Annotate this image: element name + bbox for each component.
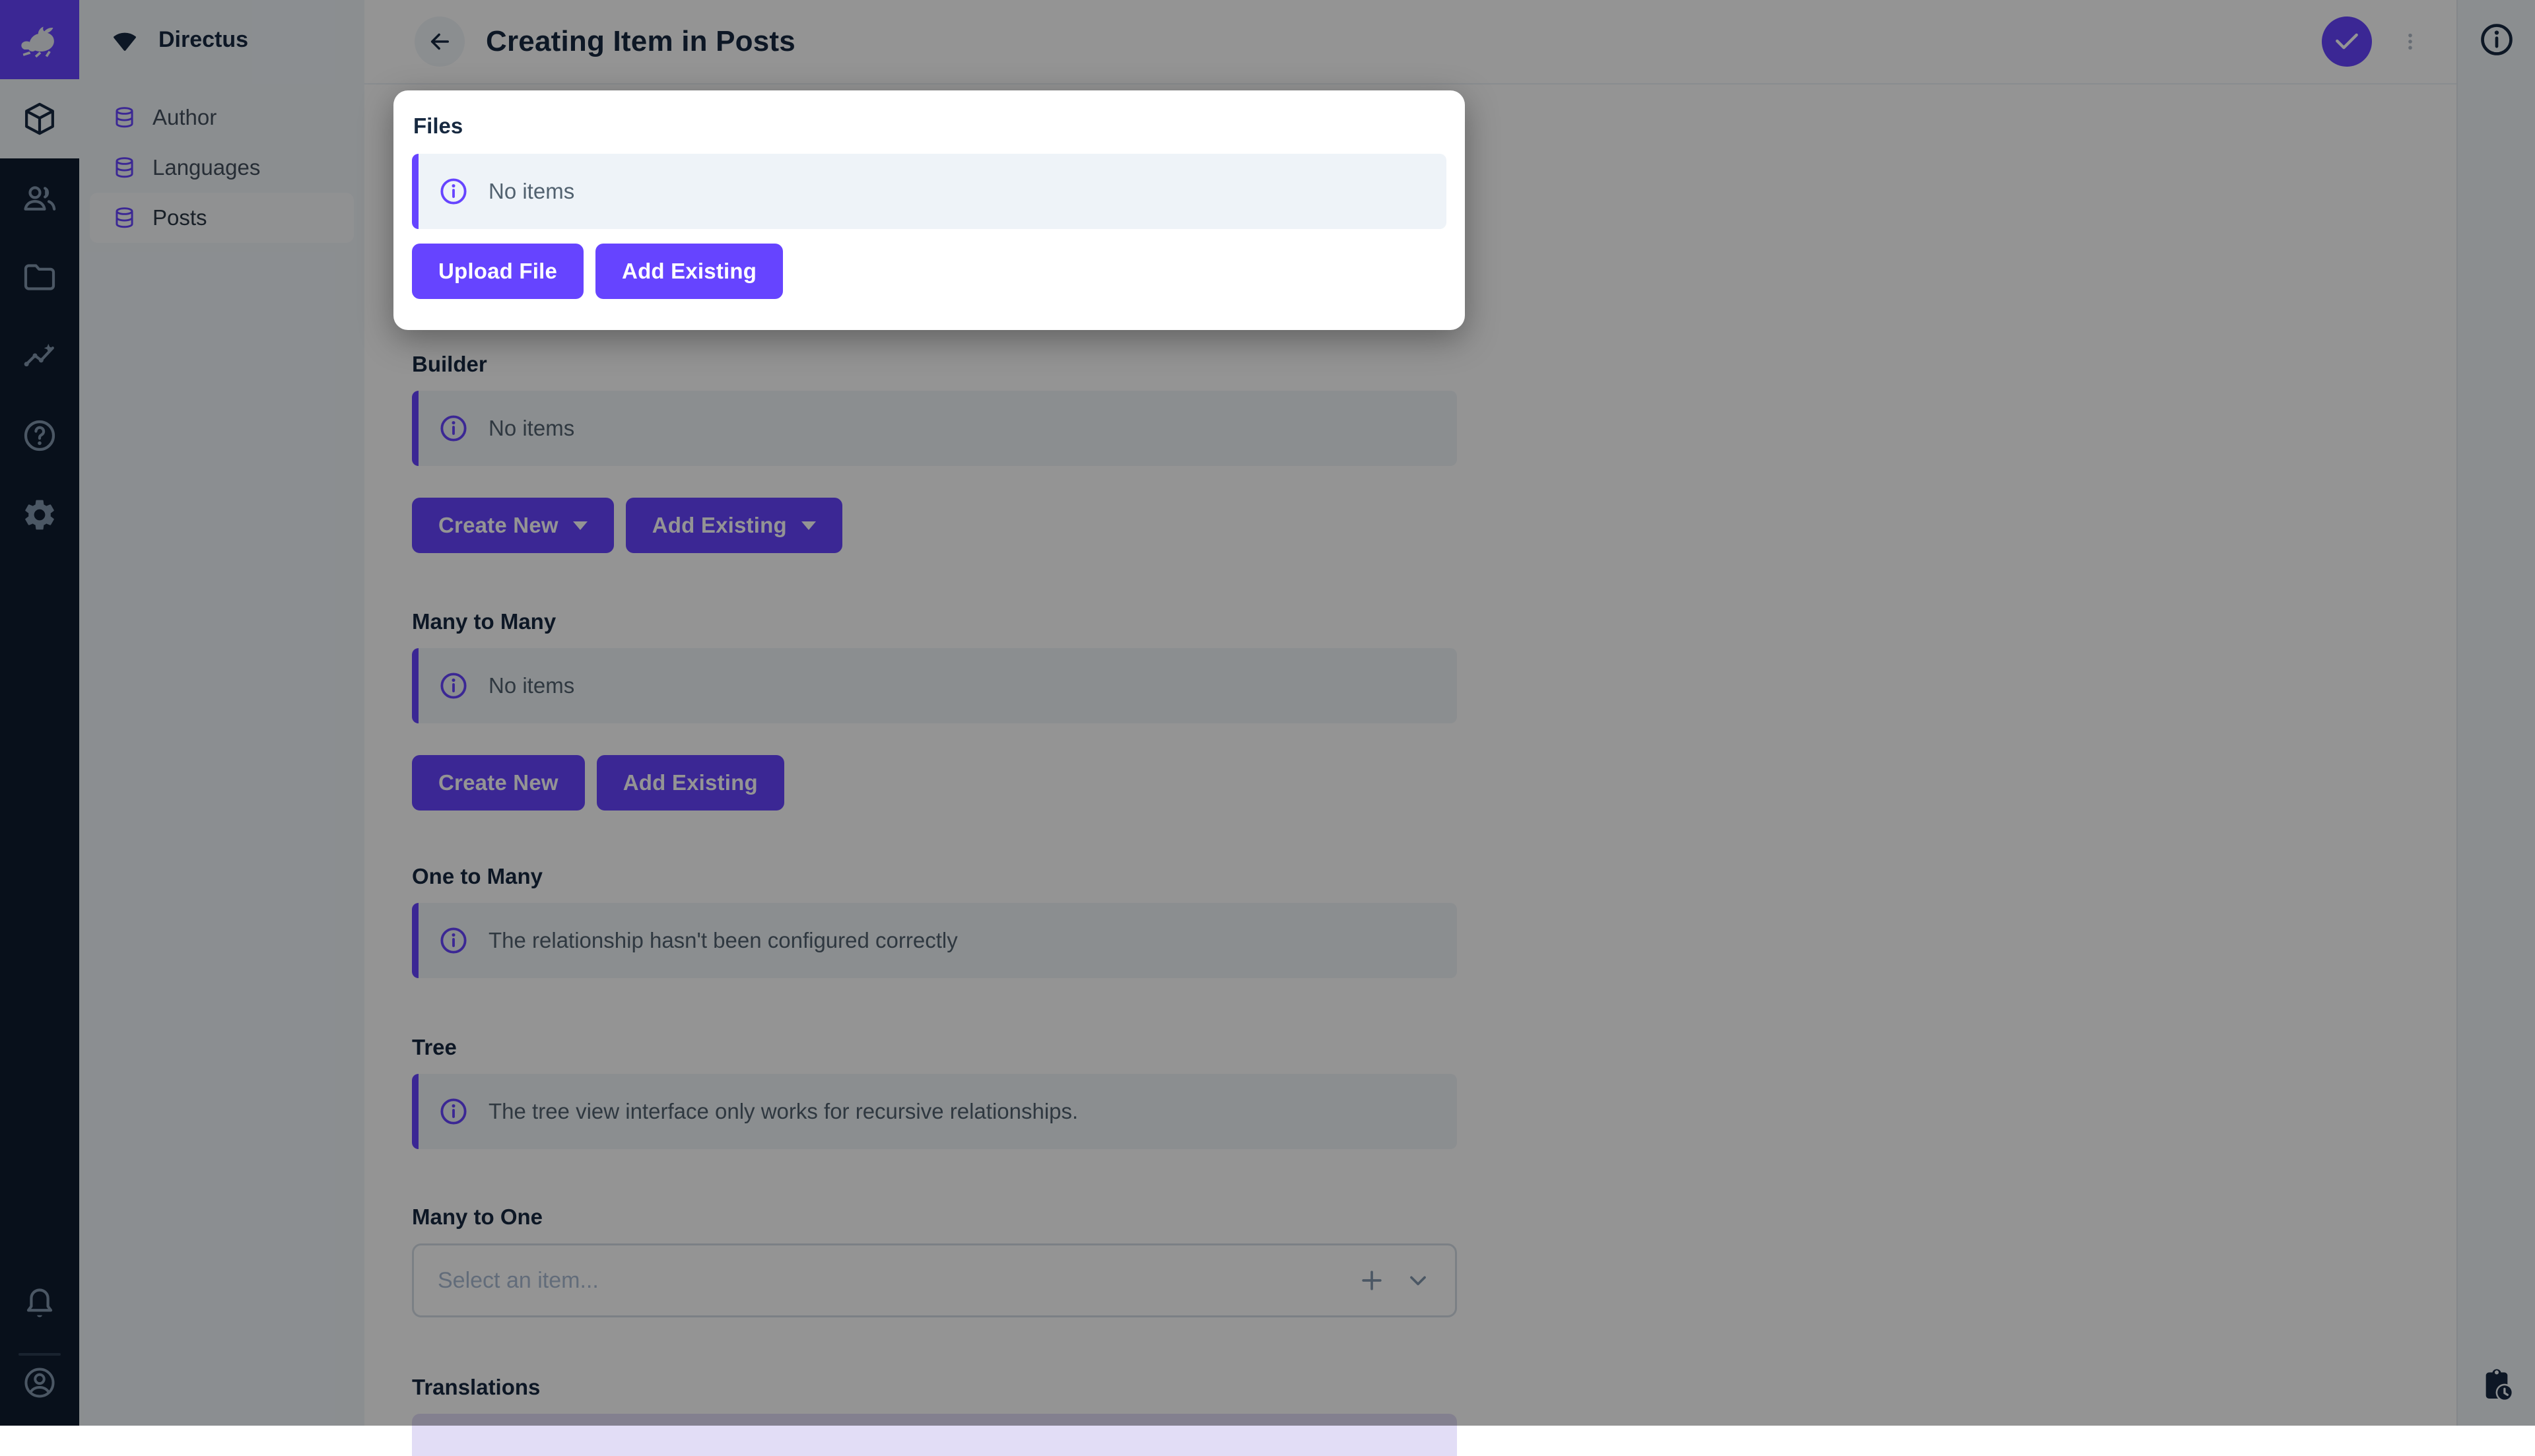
add-existing-button[interactable]: Add Existing <box>595 244 784 299</box>
files-field-card: Files No items Upload File Add Existing <box>393 90 1465 330</box>
empty-notice: No items <box>412 154 1446 229</box>
notice-text: No items <box>489 179 575 203</box>
upload-file-button[interactable]: Upload File <box>412 244 584 299</box>
info-icon <box>440 178 467 205</box>
button-label: Upload File <box>438 259 558 283</box>
button-label: Add Existing <box>622 259 757 283</box>
field-label: Files <box>413 114 463 138</box>
